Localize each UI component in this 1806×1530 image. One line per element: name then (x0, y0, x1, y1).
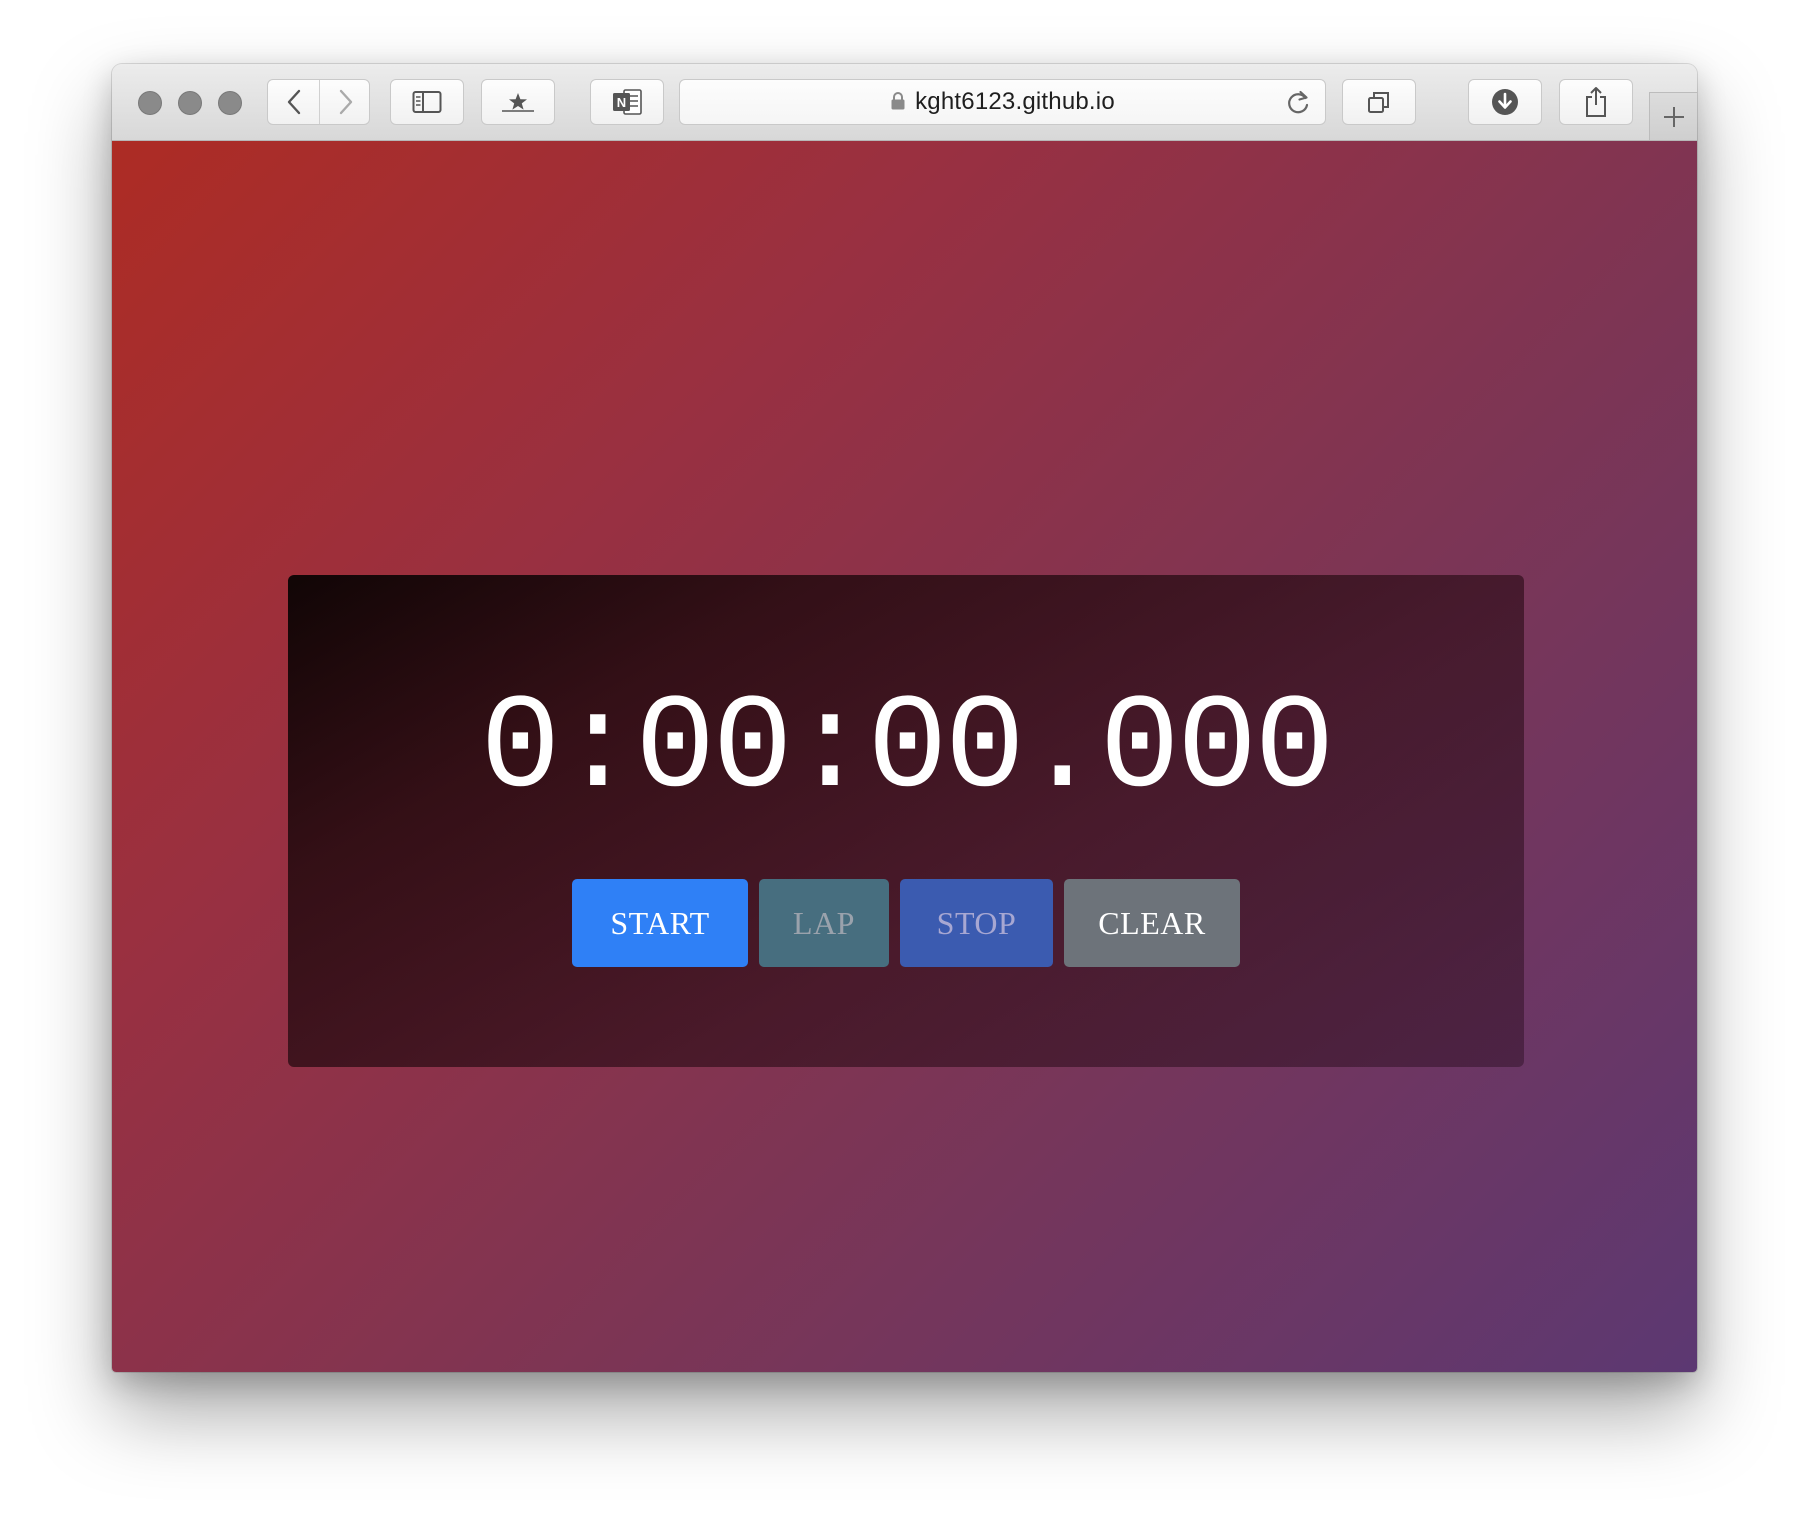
forward-icon (339, 89, 352, 115)
bookmarks-icon (502, 93, 534, 112)
address-bar[interactable]: kght6123.github.io (679, 79, 1326, 125)
minimize-window-button[interactable] (178, 91, 202, 115)
onenote-extension-button[interactable]: N (590, 79, 664, 125)
lock-icon (891, 92, 905, 110)
stop-button[interactable]: STOP (900, 879, 1053, 967)
onenote-icon: N (613, 89, 642, 115)
back-icon (287, 89, 300, 115)
download-icon (1492, 89, 1518, 115)
new-tab-button[interactable] (1649, 92, 1697, 140)
tabs-overview-icon (1368, 92, 1389, 113)
onenote-letter: N (617, 95, 626, 110)
time-display: 0:00:00.000 (480, 674, 1335, 826)
lap-button[interactable]: LAP (759, 879, 889, 967)
clear-button[interactable]: CLEAR (1064, 879, 1240, 967)
tabs-overview-button[interactable] (1342, 79, 1416, 125)
close-window-button[interactable] (138, 91, 162, 115)
share-icon (1586, 87, 1606, 117)
stopwatch-controls: START LAP STOP CLEAR (288, 879, 1524, 967)
browser-toolbar: N kght6123.github.io (112, 64, 1697, 141)
back-button[interactable] (268, 80, 319, 124)
url-text: kght6123.github.io (915, 88, 1115, 115)
share-button[interactable] (1559, 79, 1633, 125)
new-tab-icon (1663, 106, 1684, 127)
page-viewport: 0:00:00.000 START LAP STOP CLEAR (112, 141, 1697, 1372)
downloads-button[interactable] (1468, 79, 1542, 125)
zoom-window-button[interactable] (218, 91, 242, 115)
sidebar-button[interactable] (390, 79, 464, 125)
navigation-buttons (267, 79, 370, 125)
stopwatch-panel: 0:00:00.000 START LAP STOP CLEAR (288, 575, 1524, 1067)
forward-button[interactable] (320, 80, 371, 124)
bookmarks-button[interactable] (481, 79, 555, 125)
reload-icon[interactable] (1285, 89, 1311, 117)
browser-window: N kght6123.github.io 0:00:00.000 START L… (112, 64, 1697, 1372)
sidebar-icon (412, 91, 442, 113)
start-button[interactable]: START (572, 879, 748, 967)
